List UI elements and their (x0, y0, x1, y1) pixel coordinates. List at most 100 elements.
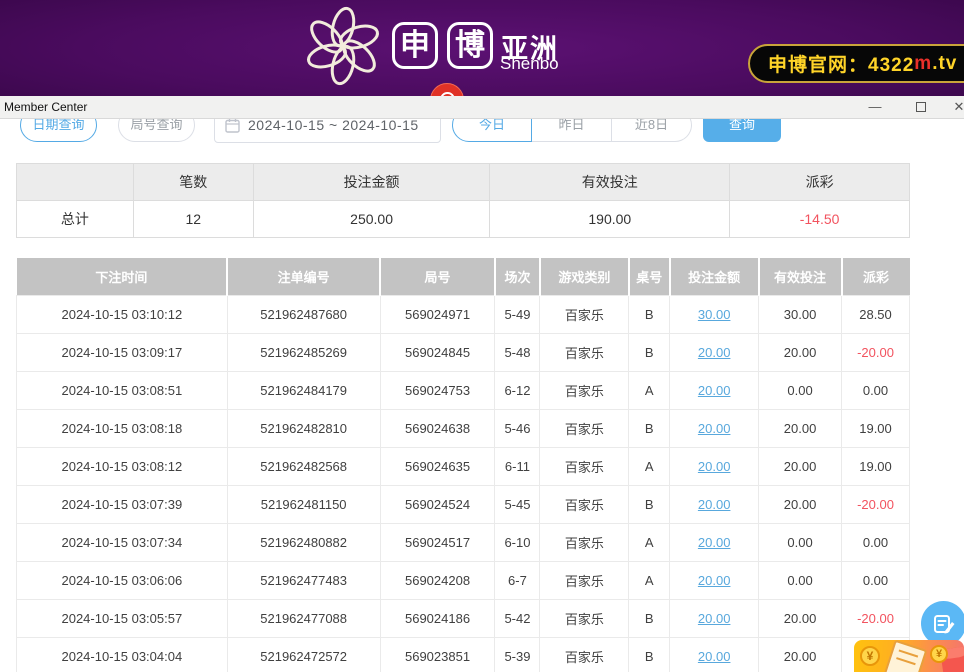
table-cell: 20.00 (670, 599, 759, 637)
bet-amount-link[interactable]: 20.00 (698, 611, 731, 626)
table-cell: 0.00 (759, 561, 842, 599)
bet-amount-link[interactable]: 20.00 (698, 535, 731, 550)
summary-bet-amount-value: 250.00 (253, 201, 490, 238)
table-cell: 百家乐 (540, 371, 629, 409)
bet-amount-link[interactable]: 20.00 (698, 573, 731, 588)
summary-payout-value: -14.50 (730, 201, 910, 238)
table-cell: 百家乐 (540, 523, 629, 561)
table-cell: 5-48 (495, 333, 540, 371)
flower-logo-icon (298, 1, 388, 91)
bet-table-header-row: 下注时间 注单编号 局号 场次 游戏类别 桌号 投注金额 有效投注 派彩 (17, 258, 910, 295)
table-row: 2024-10-15 03:08:51521962484179569024753… (17, 371, 910, 409)
summary-header-row: 笔数 投注金额 有效投注 派彩 (17, 164, 910, 201)
table-cell: 百家乐 (540, 599, 629, 637)
official-site-pill[interactable]: 申博官网：4322m.tv (748, 44, 964, 83)
table-cell: -20.00 (842, 333, 910, 371)
summary-valid-bet-value: 190.00 (490, 201, 730, 238)
summary-header-blank (17, 164, 134, 201)
brand-header: 申 博 亚洲 Shenbo 申博官网：4322m.tv (0, 0, 964, 96)
header-valid-bet: 有效投注 (759, 258, 842, 295)
logo-char-shen: 申 (392, 22, 438, 69)
table-cell: 百家乐 (540, 333, 629, 371)
table-cell: 2024-10-15 03:05:57 (17, 599, 228, 637)
table-cell: 2024-10-15 03:04:04 (17, 637, 228, 672)
bet-table-body: 2024-10-15 03:10:12521962487680569024971… (17, 295, 910, 672)
header-game-type: 游戏类别 (540, 258, 629, 295)
table-cell: 521962480882 (227, 523, 380, 561)
table-cell: 5-39 (495, 637, 540, 672)
logo-char-bo: 博 (447, 22, 493, 69)
date-range-value: 2024-10-15 ~ 2024-10-15 (248, 117, 419, 133)
table-cell: 521962484179 (227, 371, 380, 409)
bet-amount-link[interactable]: 20.00 (698, 459, 731, 474)
table-row: 2024-10-15 03:08:18521962482810569024638… (17, 409, 910, 447)
table-cell: 20.00 (670, 333, 759, 371)
minimize-button[interactable]: — (860, 96, 890, 119)
table-cell: 0.00 (759, 523, 842, 561)
table-cell: 20.00 (759, 485, 842, 523)
table-row: 2024-10-15 03:06:06521962477483569024208… (17, 561, 910, 599)
bet-records-table: 下注时间 注单编号 局号 场次 游戏类别 桌号 投注金额 有效投注 派彩 202… (16, 258, 910, 672)
bet-amount-link[interactable]: 20.00 (698, 497, 731, 512)
header-payout: 派彩 (842, 258, 910, 295)
table-cell: 569024635 (380, 447, 495, 485)
table-row: 2024-10-15 03:10:12521962487680569024971… (17, 295, 910, 333)
table-cell: 0.00 (842, 371, 910, 409)
table-cell: 569024208 (380, 561, 495, 599)
table-cell: 2024-10-15 03:06:06 (17, 561, 228, 599)
promo-red-envelope-banner[interactable]: ¥ ¥ (854, 640, 964, 672)
summary-total-label: 总计 (17, 201, 134, 238)
table-cell: 20.00 (670, 637, 759, 672)
table-cell: 521962481150 (227, 485, 380, 523)
table-cell: 28.50 (842, 295, 910, 333)
site-pill-suffix: .tv (932, 53, 957, 75)
table-cell: B (629, 409, 670, 447)
table-cell: -20.00 (842, 599, 910, 637)
table-cell: 0.00 (842, 523, 910, 561)
logo-text-en: Shenbo (500, 54, 559, 74)
maximize-button[interactable] (906, 96, 936, 119)
table-cell: 5-42 (495, 599, 540, 637)
table-cell: 20.00 (759, 409, 842, 447)
window-titlebar: Member Center — ✕ (0, 96, 964, 119)
table-cell: 30.00 (670, 295, 759, 333)
table-cell: 569024517 (380, 523, 495, 561)
table-cell: 2024-10-15 03:08:12 (17, 447, 228, 485)
bet-amount-link[interactable]: 20.00 (698, 649, 731, 664)
table-cell: 569024845 (380, 333, 495, 371)
bet-amount-link[interactable]: 20.00 (698, 383, 731, 398)
table-cell: 521962482568 (227, 447, 380, 485)
table-cell: 5-49 (495, 295, 540, 333)
summary-header-count: 笔数 (133, 164, 253, 201)
table-cell: 521962487680 (227, 295, 380, 333)
table-row: 2024-10-15 03:07:39521962481150569024524… (17, 485, 910, 523)
table-cell: 6-7 (495, 561, 540, 599)
table-cell: 百家乐 (540, 447, 629, 485)
table-cell: 6-11 (495, 447, 540, 485)
summary-header-payout: 派彩 (730, 164, 910, 201)
table-row: 2024-10-15 03:08:12521962482568569024635… (17, 447, 910, 485)
summary-total-row: 总计 12 250.00 190.00 -14.50 (17, 201, 910, 238)
close-button[interactable]: ✕ (944, 96, 964, 119)
table-cell: 百家乐 (540, 295, 629, 333)
header-round-number: 局号 (380, 258, 495, 295)
header-bet-time: 下注时间 (17, 258, 228, 295)
table-cell: A (629, 447, 670, 485)
header-session: 场次 (495, 258, 540, 295)
bet-amount-link[interactable]: 20.00 (698, 421, 731, 436)
table-cell: B (629, 485, 670, 523)
bet-amount-link[interactable]: 30.00 (698, 307, 731, 322)
table-cell: 569024524 (380, 485, 495, 523)
bet-amount-link[interactable]: 20.00 (698, 345, 731, 360)
table-cell: 2024-10-15 03:08:51 (17, 371, 228, 409)
table-cell: A (629, 561, 670, 599)
table-cell: 30.00 (759, 295, 842, 333)
gold-coin-icon: ¥ (860, 646, 880, 666)
table-cell: 569024638 (380, 409, 495, 447)
table-cell: 20.00 (670, 371, 759, 409)
table-cell: 2024-10-15 03:07:39 (17, 485, 228, 523)
table-cell: 521962477088 (227, 599, 380, 637)
table-cell: 20.00 (759, 637, 842, 672)
table-cell: 20.00 (670, 447, 759, 485)
table-cell: 百家乐 (540, 409, 629, 447)
